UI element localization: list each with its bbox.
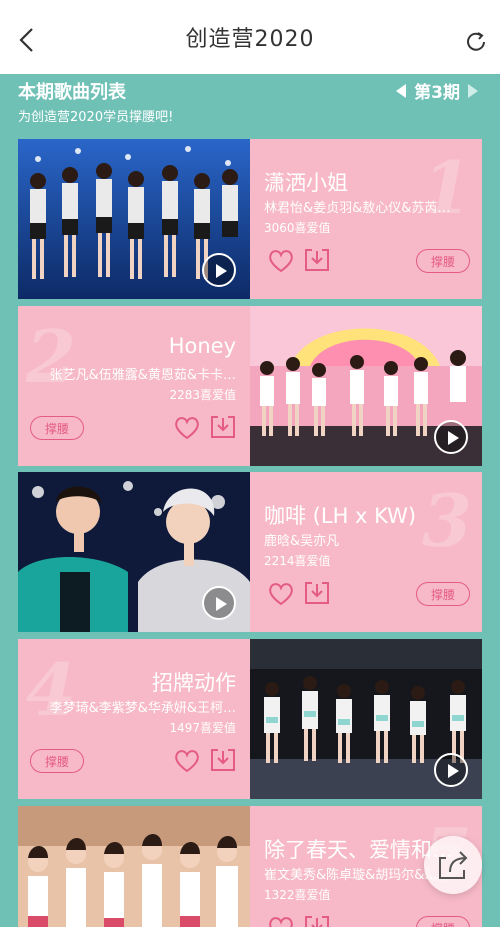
heart-icon[interactable] [268,916,294,927]
section-title: 本期歌曲列表 [18,82,126,103]
download-icon[interactable] [210,748,236,772]
page-title: 创造营2020 [185,27,315,52]
song-title: 招牌动作 [152,671,236,695]
top-bar: 创造营2020 [0,0,500,74]
play-icon[interactable] [434,753,468,787]
cheer-button[interactable]: 撑腰 [30,416,84,440]
period-label: 第3期 [414,83,460,103]
song-info: 1 潇洒小姐 林君怡&姜贞羽&敖心仪&苏芮… 3060喜爱值 撑腰 [250,139,482,299]
back-arrow-icon[interactable] [14,26,42,54]
song-title: 咖啡 (LH x KW) [264,504,417,528]
song-card-3[interactable]: 3 咖啡 (LH x KW) 鹿晗&吴亦凡 2214喜爱值 撑腰 [18,472,482,632]
heart-icon[interactable] [174,749,200,773]
download-icon[interactable] [210,415,236,439]
song-info: 2 Honey 张艺凡&伍雅露&黄恩茹&卡卡… 2283喜爱值 撑腰 [18,306,250,466]
song-thumbnail[interactable] [250,639,482,799]
download-icon[interactable] [304,248,330,272]
play-icon[interactable] [202,586,236,620]
song-card-1[interactable]: 1 潇洒小姐 林君怡&姜贞羽&敖心仪&苏芮… 3060喜爱值 撑腰 [18,139,482,299]
song-thumbnail[interactable] [18,139,250,299]
song-info: 4 招牌动作 李梦琦&李紫梦&华承妍&王柯… 1497喜爱值 撑腰 [18,639,250,799]
download-icon[interactable] [304,581,330,605]
song-thumbnail[interactable] [18,806,250,927]
period-selector: 第3期 [396,78,478,103]
song-artists: 张艺凡&伍雅露&黄恩茹&卡卡… [49,368,236,383]
heart-icon[interactable] [268,582,294,606]
cheer-button[interactable]: 撑腰 [30,749,84,773]
song-artists: 鹿晗&吴亦凡 [264,534,340,549]
song-artists: 林君怡&姜贞羽&敖心仪&苏芮… [264,201,451,216]
section-subtitle: 为创造营2020学员撑腰吧! [18,110,174,125]
song-card-2[interactable]: 2 Honey 张艺凡&伍雅露&黄恩茹&卡卡… 2283喜爱值 撑腰 [18,306,482,466]
song-likes: 1497喜爱值 [169,721,236,735]
song-card-5[interactable]: 5 除了春天、爱情和… 崔文美秀&陈卓璇&胡玛尔&… 1322喜爱值 撑腰 [18,806,482,927]
heart-icon[interactable] [268,249,294,273]
next-period-icon[interactable] [468,83,478,98]
song-thumbnail[interactable] [250,306,482,466]
share-icon [439,851,468,879]
song-likes: 1322喜爱值 [264,888,331,902]
play-icon[interactable] [434,420,468,454]
stage-photo [18,806,250,927]
prev-period-icon[interactable] [396,83,407,98]
song-title: 潇洒小姐 [264,171,348,195]
share-button[interactable] [424,836,482,894]
song-info: 3 咖啡 (LH x KW) 鹿晗&吴亦凡 2214喜爱值 撑腰 [250,472,482,632]
cheer-button[interactable]: 撑腰 [416,582,470,606]
heart-icon[interactable] [174,416,200,440]
cheer-button[interactable]: 撑腰 [416,249,470,273]
song-card-4[interactable]: 4 招牌动作 李梦琦&李紫梦&华承妍&王柯… 1497喜爱值 撑腰 [18,639,482,799]
download-icon[interactable] [304,915,330,927]
play-icon[interactable] [202,253,236,287]
refresh-icon[interactable] [464,30,488,54]
song-list-section: 本期歌曲列表 为创造营2020学员撑腰吧! 第3期 1 潇洒小姐 林君怡&姜贞羽… [0,74,500,927]
song-likes: 3060喜爱值 [264,221,331,235]
cheer-button[interactable]: 撑腰 [416,916,470,927]
song-likes: 2283喜爱值 [169,388,236,402]
song-artists: 李梦琦&李紫梦&华承妍&王柯… [49,701,236,716]
song-title: Honey [168,334,236,358]
song-likes: 2214喜爱值 [264,554,331,568]
song-thumbnail[interactable] [18,472,250,632]
